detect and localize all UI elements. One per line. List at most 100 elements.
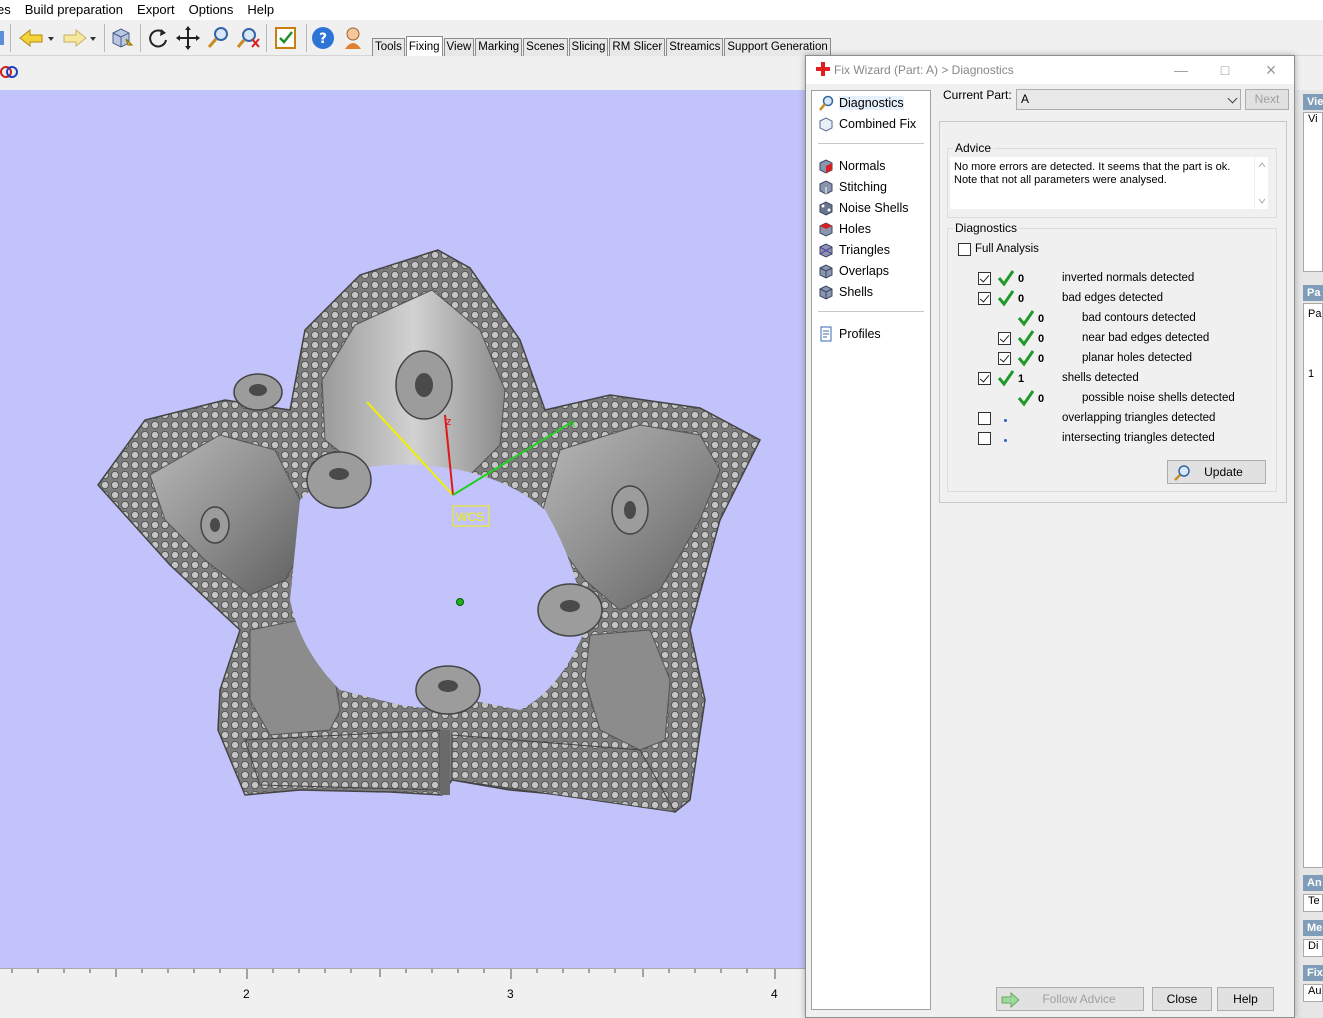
menu-item-options[interactable]: Options — [182, 0, 241, 20]
intersecting-triangles-label: intersecting triangles detected — [1062, 432, 1215, 444]
tab-slicing[interactable]: Slicing — [568, 38, 609, 56]
nav-item-profiles[interactable]: Profiles — [818, 324, 881, 344]
shells-checkbox[interactable] — [978, 372, 991, 385]
tab-tools[interactable]: Tools — [372, 38, 405, 56]
nav-item-triangles[interactable]: Triangles — [818, 240, 890, 260]
near-bad-edges-checkbox[interactable] — [998, 332, 1011, 345]
menu-item-es[interactable]: es — [0, 0, 18, 20]
check-icon — [1017, 310, 1035, 327]
tab-streamics[interactable]: Streamics — [666, 38, 724, 56]
minimize-icon[interactable]: — — [1170, 60, 1192, 80]
tab-marking[interactable]: Marking — [475, 38, 523, 56]
chevron-down-icon — [1227, 93, 1238, 104]
redo-icon[interactable] — [58, 25, 98, 51]
side-box-parts-row: 1 — [1308, 368, 1315, 380]
side-header-fix[interactable]: Fix — [1303, 965, 1323, 981]
ruler-label-4: 4 — [771, 987, 778, 1001]
inverted-normals-label: inverted normals detected — [1062, 272, 1195, 284]
pending-dot-icon — [1004, 439, 1007, 442]
bad-contours-label: bad contours detected — [1082, 312, 1196, 324]
intersecting-triangles-checkbox[interactable] — [978, 432, 991, 445]
full-analysis-checkbox[interactable] — [958, 243, 971, 256]
advice-text: No more errors are detected. It seems th… — [954, 161, 1231, 186]
advice-scrollbar[interactable] — [1254, 157, 1268, 209]
planar-holes-checkbox[interactable] — [998, 352, 1011, 365]
pan-icon[interactable] — [174, 25, 202, 51]
side-box-measure[interactable]: Di — [1303, 939, 1323, 957]
nav-item-noise-shells[interactable]: Noise Shells — [818, 198, 908, 218]
diagnostics-panel: Advice No more errors are detected. It s… — [939, 121, 1287, 503]
side-box-analysis[interactable]: Te — [1303, 894, 1323, 912]
next-button[interactable]: Next — [1245, 89, 1289, 110]
dialog-titlebar[interactable]: Fix Wizard (Part: A) > Diagnostics — □ × — [806, 56, 1294, 84]
menu-item-build-preparation[interactable]: Build preparation — [18, 0, 130, 20]
near-bad-edges-count: 0 — [1038, 333, 1045, 345]
nav-item-shells[interactable]: Shells — [818, 282, 873, 302]
zoom-icon[interactable] — [204, 25, 232, 51]
update-button[interactable]: Update — [1167, 460, 1266, 484]
diagnostics-group: Diagnostics Full Analysis 0 inverted nor… — [947, 221, 1277, 492]
close-button[interactable]: Close — [1152, 987, 1212, 1011]
menu-item-export[interactable]: Export — [130, 0, 182, 20]
assistant-icon[interactable] — [340, 25, 368, 51]
tab-rm-slicer[interactable]: RM Slicer — [609, 38, 666, 56]
nav-item-diagnostics[interactable]: Diagnostics — [818, 93, 904, 113]
partial-tool-icon[interactable] — [0, 25, 6, 51]
noise-shells-count: 0 — [1038, 393, 1045, 405]
nav-item-normals[interactable]: Normals — [818, 156, 886, 176]
tab-fixing[interactable]: Fixing — [405, 36, 443, 56]
svg-text:?: ? — [319, 31, 327, 47]
close-icon[interactable]: × — [1260, 60, 1282, 80]
full-analysis-label: Full Analysis — [975, 243, 1039, 255]
side-box-view: Vi — [1303, 112, 1323, 272]
axis-z-label: z — [446, 416, 452, 428]
tool-subbar — [0, 57, 805, 87]
side-box-fix[interactable]: Au — [1303, 984, 1323, 1002]
help-icon[interactable]: ? — [310, 25, 338, 51]
side-header-view[interactable]: Vie — [1303, 94, 1323, 110]
advice-text-box: No more errors are detected. It seems th… — [950, 157, 1268, 209]
tab-view[interactable]: View — [443, 38, 475, 56]
3d-viewport[interactable]: WCS z x — [0, 90, 805, 970]
nav-label-normals: Normals — [839, 159, 886, 173]
tab-scenes[interactable]: Scenes — [523, 38, 568, 56]
dialog-title: Fix Wizard (Part: A) > Diagnostics — [834, 63, 1014, 77]
planar-holes-count: 0 — [1038, 353, 1045, 365]
side-header-analysis[interactable]: An — [1303, 875, 1323, 891]
fix-wizard-icon — [816, 62, 830, 76]
fix-wizard-dialog: Fix Wizard (Part: A) > Diagnostics — □ ×… — [805, 55, 1295, 1018]
menu-item-help[interactable]: Help — [240, 0, 281, 20]
nav-item-stitching[interactable]: Stitching — [818, 177, 887, 197]
rotate-icon[interactable] — [144, 25, 172, 51]
ring-model — [97, 249, 761, 813]
bad-edges-label: bad edges detected — [1062, 292, 1164, 304]
undo-icon[interactable] — [16, 25, 56, 51]
side-header-measure[interactable]: Me — [1303, 920, 1323, 936]
side-header-parts[interactable]: Pa — [1303, 285, 1323, 301]
current-part-label: Current Part: — [943, 88, 1012, 102]
app-window: es Build preparation Export Options Help — [0, 0, 1323, 1018]
inverted-normals-checkbox[interactable] — [978, 272, 991, 285]
view-mode-icon[interactable] — [0, 65, 22, 79]
overlapping-triangles-checkbox[interactable] — [978, 412, 991, 425]
bad-edges-checkbox[interactable] — [978, 292, 991, 305]
nav-label-holes: Holes — [839, 222, 871, 236]
pending-dot-icon — [1004, 419, 1007, 422]
advice-title: Advice — [953, 141, 994, 155]
part-select-icon[interactable] — [108, 25, 136, 51]
tab-support-generation[interactable]: Support Generation — [724, 38, 831, 56]
nav-label-noise-shells: Noise Shells — [839, 201, 909, 215]
nav-item-holes[interactable]: Holes — [818, 219, 871, 239]
nav-item-combined-fix[interactable]: Combined Fix — [818, 114, 916, 134]
checklist-icon[interactable] — [272, 25, 300, 51]
maximize-icon[interactable]: □ — [1214, 60, 1236, 80]
shells-icon — [819, 285, 833, 300]
current-part-select[interactable]: A — [1016, 89, 1241, 110]
nav-label-overlaps: Overlaps — [839, 264, 890, 278]
zoom-fit-icon[interactable] — [234, 25, 262, 51]
follow-advice-button[interactable]: Follow Advice — [996, 987, 1144, 1011]
bottom-ruler: 2 3 4 — [0, 968, 805, 1008]
side-box-parts-label: Pa — [1308, 308, 1322, 320]
help-button[interactable]: Help — [1217, 987, 1274, 1011]
nav-item-overlaps[interactable]: Overlaps — [818, 261, 889, 281]
